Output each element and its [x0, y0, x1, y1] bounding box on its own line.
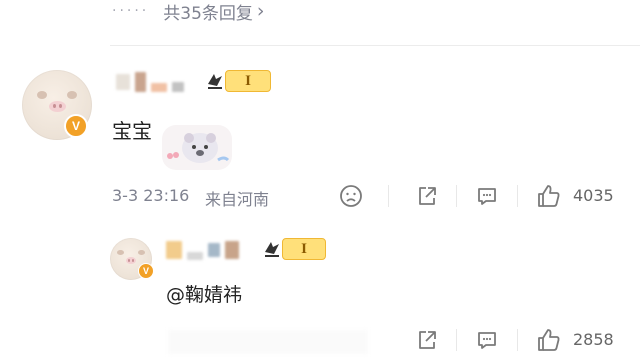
divider	[456, 329, 457, 351]
share-icon	[419, 331, 436, 349]
emoji-reaction-button[interactable]	[338, 183, 364, 209]
view-replies-link[interactable]: ····· 共35条回复 ›	[112, 0, 265, 24]
thumbs-up-icon	[538, 185, 560, 207]
comment-location: 来自河南	[205, 190, 270, 209]
rank-wing-icon	[208, 74, 222, 89]
share-button[interactable]	[414, 183, 440, 209]
reply-button[interactable]	[474, 183, 500, 209]
sticker-image	[162, 125, 232, 170]
reply-button[interactable]	[474, 327, 500, 353]
like-button[interactable]	[535, 326, 563, 354]
meta-redacted	[168, 330, 368, 354]
rank-wing-icon	[265, 242, 279, 257]
divider	[517, 185, 518, 207]
verified-badge-icon: V	[64, 114, 88, 138]
like-count: 2858	[573, 330, 614, 349]
comment-icon	[478, 188, 496, 205]
level-badge-label: I	[282, 238, 326, 260]
thumbs-up-icon	[538, 329, 560, 351]
chevron-right-icon: ›	[256, 0, 265, 22]
comment-text: @鞠婧祎	[166, 284, 243, 306]
divider	[110, 45, 640, 46]
like-button[interactable]	[535, 182, 563, 210]
sad-face-icon	[340, 185, 362, 207]
comment-icon	[478, 332, 496, 349]
divider	[456, 185, 457, 207]
divider	[388, 185, 389, 207]
like-count: 4035	[573, 186, 614, 205]
comment-text: 宝宝	[112, 119, 152, 143]
username-redacted[interactable]	[166, 238, 244, 262]
verified-badge-icon: V	[138, 263, 154, 279]
comment-timestamp: 3-3 23:16	[112, 186, 190, 205]
replies-count-label: 共35条回复	[163, 3, 253, 24]
share-icon	[419, 187, 436, 205]
level-badge: I	[205, 70, 271, 92]
replies-dots: ·····	[112, 3, 150, 19]
share-button[interactable]	[414, 327, 440, 353]
level-badge: I	[262, 238, 326, 260]
username-redacted[interactable]	[116, 70, 189, 94]
divider	[517, 329, 518, 351]
level-badge-label: I	[225, 70, 271, 92]
